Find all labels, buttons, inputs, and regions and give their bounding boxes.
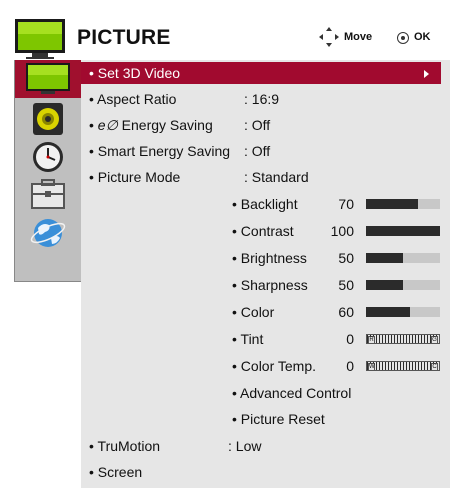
sharpness-level-bar[interactable] <box>366 280 440 290</box>
setting-label: • Advanced Control <box>232 385 352 401</box>
menu-item-value: : Off <box>244 117 271 133</box>
category-sidebar <box>14 60 81 282</box>
setting-label: • Brightness <box>232 250 307 266</box>
menu-item-value: : Standard <box>244 169 309 185</box>
tab-picture[interactable] <box>15 60 81 98</box>
menu-item-label: • TruMotion <box>89 438 161 454</box>
menu-item-label: • Picture Mode <box>89 169 181 185</box>
setting-label: • Tint <box>232 331 264 347</box>
backlight-level-bar[interactable] <box>366 199 440 209</box>
setting-label: • Sharpness <box>232 277 308 293</box>
setting-label: • Backlight <box>232 196 298 212</box>
tab-audio[interactable] <box>20 102 76 136</box>
setting-value: 0 <box>346 358 354 374</box>
menu-item-value: : 16:9 <box>244 91 280 107</box>
setting-advanced-control[interactable]: • Advanced Control <box>232 382 351 404</box>
setting-value: 100 <box>330 223 354 239</box>
color-temp-cool-end: C <box>431 363 438 371</box>
brightness-level-bar[interactable] <box>366 253 440 263</box>
page-title: PICTURE <box>77 26 171 49</box>
setting-value: 50 <box>338 277 354 293</box>
setting-backlight[interactable]: • Backlight 70 <box>232 193 354 215</box>
tab-option[interactable] <box>20 178 76 212</box>
move-arrows-icon <box>319 27 339 47</box>
toolbox-icon <box>31 179 65 209</box>
move-hint: Move <box>344 31 373 43</box>
menu-item-label: • e∅ Energy Saving <box>89 117 213 133</box>
setting-tint[interactable]: • Tint 0 <box>232 328 354 350</box>
menu-item-value: : Off <box>244 143 271 159</box>
setting-label: • Contrast <box>232 223 294 239</box>
color-temp-warm-end: W <box>368 363 375 371</box>
setting-contrast[interactable]: • Contrast 100 <box>232 220 354 242</box>
setting-label: • Picture Reset <box>232 411 325 427</box>
menu-item-label: • Set 3D Video <box>89 65 181 81</box>
osd-header: PICTURE Move OK <box>14 18 450 60</box>
setting-color-temp[interactable]: • Color Temp. 0 <box>232 355 354 377</box>
menu-item-value: : Low <box>228 438 262 454</box>
setting-picture-reset[interactable]: • Picture Reset <box>232 408 325 430</box>
tint-balance-bar[interactable]: R G <box>366 334 440 344</box>
setting-brightness[interactable]: • Brightness 50 <box>232 247 354 269</box>
tv-icon <box>15 19 65 59</box>
submenu-arrow-icon <box>424 70 429 78</box>
menu-item-label: • Smart Energy Saving <box>89 143 231 159</box>
setting-sharpness[interactable]: • Sharpness 50 <box>232 274 354 296</box>
setting-value: 60 <box>338 304 354 320</box>
setting-value: 70 <box>338 196 354 212</box>
tab-time[interactable] <box>20 140 76 174</box>
tint-green-end: G <box>431 336 438 344</box>
setting-value: 0 <box>346 331 354 347</box>
ok-button-icon <box>397 32 409 44</box>
clock-icon <box>33 142 63 172</box>
tint-red-end: R <box>368 336 375 344</box>
color-temp-balance-bar[interactable]: W C <box>366 361 440 371</box>
contrast-level-bar[interactable] <box>366 226 440 236</box>
eco-icon: e∅ <box>97 117 118 133</box>
menu-item-label: • Screen <box>89 464 143 480</box>
color-level-bar[interactable] <box>366 307 440 317</box>
menu-item-label: • Aspect Ratio <box>89 91 177 107</box>
tab-network[interactable] <box>20 216 76 250</box>
picture-tv-icon <box>26 63 70 94</box>
setting-color[interactable]: • Color 60 <box>232 301 354 323</box>
setting-label: • Color Temp. <box>232 358 317 374</box>
setting-label: • Color <box>232 304 275 320</box>
globe-icon <box>30 219 66 247</box>
ok-hint: OK <box>414 31 431 43</box>
setting-value: 50 <box>338 250 354 266</box>
menu-item-set-3d-video[interactable]: • Set 3D Video <box>81 62 441 84</box>
speaker-icon <box>33 103 63 135</box>
